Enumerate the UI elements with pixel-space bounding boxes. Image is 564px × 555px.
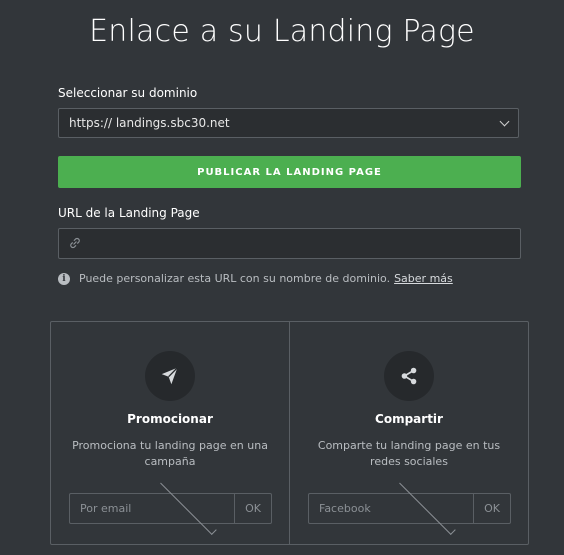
url-label: URL de la Landing Page [58, 206, 200, 220]
chevron-down-icon [159, 478, 216, 535]
share-card: Compartir Comparte tu landing page en tu… [289, 322, 528, 544]
share-controls: Facebook OK [308, 478, 511, 535]
domain-select-value: https:// landings.sbc30.net [69, 116, 230, 130]
chevron-down-icon [398, 478, 455, 535]
share-description: Comparte tu landing page en tus redes so… [317, 439, 501, 468]
share-ok-button[interactable]: OK [474, 493, 511, 524]
page-title: Enlace a su Landing Page [89, 14, 475, 49]
hint-text: Puede personalizar esta URL con su nombr… [79, 272, 391, 285]
hint: i Puede personalizar esta URL con su nom… [58, 272, 453, 285]
share-cards: Promocionar Promociona tu landing page e… [50, 321, 529, 545]
domain-label: Seleccionar su dominio [58, 86, 198, 100]
promote-channel-value: Por email [80, 502, 132, 515]
domain-select[interactable]: https:// landings.sbc30.net [58, 108, 519, 138]
url-input[interactable] [87, 235, 520, 252]
promote-controls: Por email OK [69, 478, 272, 535]
link-icon [69, 234, 81, 253]
promote-ok-button[interactable]: OK [235, 493, 272, 524]
publish-button[interactable]: PUBLICAR LA LANDING PAGE [58, 156, 521, 188]
chevron-down-icon [499, 116, 510, 126]
info-icon: i [58, 272, 70, 285]
promote-description: Promociona tu landing page en una campañ… [72, 439, 268, 468]
share-network-value: Facebook [319, 502, 371, 515]
promote-channel-select[interactable]: Por email [69, 478, 235, 535]
paper-plane-icon [145, 351, 195, 401]
share-title: Compartir [375, 412, 443, 426]
share-network-select[interactable]: Facebook [308, 478, 474, 535]
promote-title: Promocionar [127, 412, 213, 426]
learn-more-link[interactable]: Saber más [394, 272, 453, 285]
share-icon [384, 351, 434, 401]
url-field[interactable] [58, 228, 521, 259]
promote-card: Promocionar Promociona tu landing page e… [51, 322, 289, 544]
